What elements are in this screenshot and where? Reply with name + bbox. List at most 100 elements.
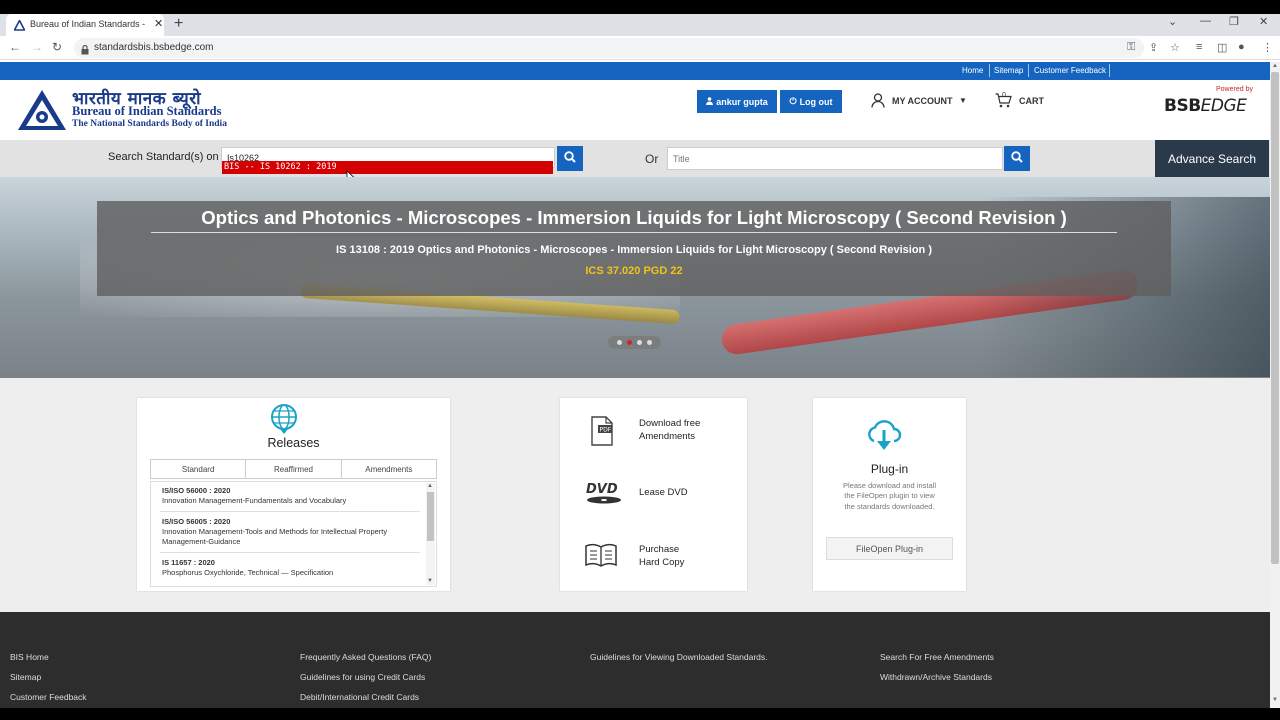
footer-link-credit-cards[interactable]: Guidelines for using Credit Cards (300, 672, 425, 682)
divider (1109, 64, 1110, 77)
window-close-icon[interactable]: ✕ (1259, 15, 1268, 28)
advance-search-button[interactable]: Advance Search (1155, 140, 1269, 177)
footer-link-withdrawn[interactable]: Withdrawn/Archive Standards (880, 672, 992, 682)
menu-icon[interactable]: ⋮ (1262, 41, 1273, 54)
chevron-down-icon[interactable]: ▼ (959, 96, 967, 105)
release-code: IS/ISO 56005 : 2020 (162, 517, 231, 526)
scroll-down-icon[interactable]: ▼ (1272, 697, 1278, 703)
tab-close-icon[interactable]: ✕ (154, 17, 163, 30)
home-link[interactable]: Home (962, 66, 983, 75)
screen-top-border (0, 0, 1280, 14)
cart-count: 0 (1002, 92, 1006, 99)
footer-link-sitemap[interactable]: Sitemap (10, 672, 41, 682)
my-account-menu[interactable]: MY ACCOUNT (892, 96, 953, 106)
footer-link-free-amendments[interactable]: Search For Free Amendments (880, 652, 994, 662)
reload-icon[interactable]: ↻ (52, 40, 62, 54)
cloud-download-icon (865, 417, 903, 456)
divider (160, 552, 420, 553)
star-icon[interactable]: ☆ (1170, 41, 1180, 54)
browser-tabstrip (0, 14, 1280, 36)
purchase-hard-copy-link[interactable]: Purchase Hard Copy (639, 543, 699, 569)
footer-link-faq[interactable]: Frequently Asked Questions (FAQ) (300, 652, 431, 662)
back-icon[interactable]: ← (9, 40, 21, 54)
key-icon[interactable]: ⚿ (1127, 41, 1135, 54)
search-icon (564, 150, 576, 168)
fileopen-plugin-button[interactable]: FileOpen Plug-in (826, 537, 953, 560)
bis-favicon-icon (13, 18, 26, 36)
tab-reaffirmed[interactable]: Reaffirmed (246, 460, 342, 478)
carousel-dot[interactable] (617, 340, 622, 345)
logout-button[interactable]: ⏻ Log out (780, 90, 842, 113)
release-desc: Innovation Management-Fundamentals and V… (162, 496, 347, 505)
tab-standard[interactable]: Standard (151, 460, 247, 478)
cart-link[interactable]: CART (1019, 96, 1044, 106)
restore-icon[interactable]: ❐ (1229, 15, 1239, 28)
title-search-button[interactable] (1004, 146, 1030, 171)
list-item[interactable]: IS 11657 : 2020 Phosphorus Oxychloride, … (162, 558, 424, 578)
bis-logo-icon[interactable] (16, 88, 68, 137)
user-name-label: ankur gupta (716, 96, 768, 107)
book-icon (585, 542, 617, 573)
scroll-up-icon[interactable]: ▲ (427, 483, 433, 489)
footer-link-bis-home[interactable]: BIS Home (10, 652, 49, 662)
standard-search-button[interactable] (557, 146, 583, 171)
forward-icon[interactable]: → (31, 40, 43, 54)
hero-title: Optics and Photonics - Microscopes - Imm… (201, 207, 1067, 228)
address-bar[interactable] (74, 38, 1144, 58)
customer-feedback-link[interactable]: Customer Feedback (1034, 66, 1106, 75)
account-icon[interactable] (871, 93, 885, 113)
carousel-dot[interactable] (647, 340, 652, 345)
power-icon: ⏻ (789, 96, 797, 106)
pdf-icon: PDF (589, 416, 615, 451)
search-icon (1011, 150, 1023, 168)
logout-label: Log out (799, 96, 833, 107)
divider (989, 64, 990, 77)
carousel-dot[interactable] (637, 340, 642, 345)
share-icon[interactable]: ⇪ (1149, 41, 1158, 54)
lease-dvd-link[interactable]: Lease DVD (639, 486, 688, 499)
divider (1028, 64, 1029, 77)
url-text: standardsbis.bsbedge.com (94, 42, 214, 53)
page-scroll-thumb[interactable] (1271, 72, 1279, 564)
bsb-edge-logo: BSBEDGE (1164, 96, 1247, 116)
title-search-input[interactable] (667, 147, 1003, 170)
brand-edge: EDGE (1200, 96, 1247, 116)
hero-ics-code: ICS 37.020 PGD 22 (585, 265, 683, 277)
dvd-icon-text: DVD (586, 482, 618, 497)
carousel-dot-active[interactable] (627, 340, 632, 345)
minimize-icon[interactable]: — (1200, 15, 1211, 27)
hero-subtitle: IS 13108 : 2019 Optics and Photonics - M… (336, 244, 932, 256)
screen-bottom-border (0, 708, 1280, 720)
releases-tabs: Standard Reaffirmed Amendments (150, 459, 437, 479)
carousel-indicators (608, 336, 661, 349)
sitemap-link[interactable]: Sitemap (994, 66, 1023, 75)
or-label: Or (645, 152, 659, 166)
divider (151, 232, 1117, 233)
tab-amendments[interactable]: Amendments (342, 460, 436, 478)
search-suggestion[interactable]: BIS -- IS 10262 : 2019 (222, 161, 553, 174)
user-button[interactable]: ankur gupta (697, 90, 777, 113)
divider (160, 511, 420, 512)
logo-english-text: Bureau of Indian Standards (72, 104, 222, 118)
browser-tab[interactable]: Bureau of Indian Standards - e-S ✕ (6, 14, 164, 36)
side-panel-icon[interactable]: ◫ (1217, 41, 1227, 54)
logo-tagline: The National Standards Body of India (72, 119, 227, 129)
reading-list-icon[interactable]: ≡ (1196, 41, 1202, 53)
tab-search-icon[interactable]: ⌄ (1168, 15, 1177, 28)
download-amendments-link[interactable]: Download free Amendments (639, 417, 731, 443)
list-item[interactable]: IS/ISO 56000 : 2020 Innovation Managemen… (162, 486, 424, 506)
release-code: IS/ISO 56000 : 2020 (162, 486, 231, 495)
lock-icon[interactable] (81, 42, 89, 60)
list-item[interactable]: IS/ISO 56005 : 2020 Innovation Managemen… (162, 517, 424, 547)
scroll-up-icon[interactable]: ▲ (1272, 63, 1278, 69)
search-label: Search Standard(s) on (108, 151, 219, 163)
new-tab-button[interactable]: + (174, 15, 183, 33)
profile-icon[interactable]: ● (1238, 41, 1245, 53)
footer-link-debit-cards[interactable]: Debit/International Credit Cards (300, 692, 419, 702)
releases-scroll-thumb[interactable] (427, 492, 434, 541)
release-desc: Phosphorus Oxychloride, Technical — Spec… (162, 568, 334, 577)
footer-link-feedback[interactable]: Customer Feedback (10, 692, 87, 702)
plugin-title: Plug-in (870, 462, 909, 476)
footer-link-viewing-guidelines[interactable]: Guidelines for Viewing Downloaded Standa… (590, 652, 768, 662)
scroll-down-icon[interactable]: ▼ (427, 578, 433, 584)
